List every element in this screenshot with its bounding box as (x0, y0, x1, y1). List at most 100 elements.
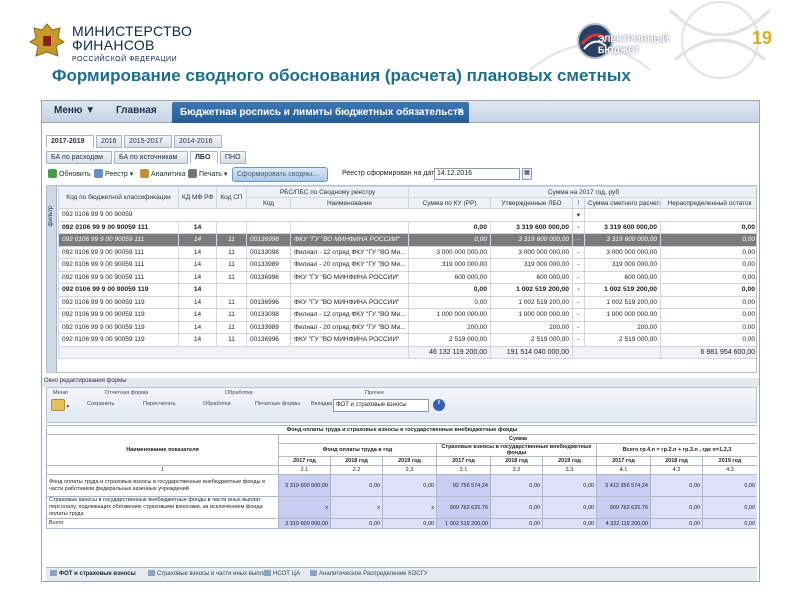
analytics-label: Аналитика (151, 171, 186, 178)
cell-rest: 0,00 (660, 320, 756, 334)
value-cell[interactable]: 0,00 (542, 474, 597, 497)
table-row[interactable]: 092 0106 99 9 00 90059 119 14 11 00136996 ФК… (58, 333, 756, 347)
processing-button[interactable]: Обработки (203, 401, 231, 407)
col-unalloc[interactable]: Нераспределенный остаток (660, 197, 756, 209)
col-code[interactable]: Код по бюджетной классификации (58, 186, 179, 209)
col-sum-ku[interactable]: Сумма по КУ (РР) (408, 197, 491, 209)
home-tab[interactable]: Главная (116, 105, 157, 116)
cell-rcode: 00136996 (246, 233, 291, 247)
value-cell[interactable]: x (382, 496, 437, 519)
print-button[interactable]: Печать ▾ (188, 169, 227, 178)
value-cell[interactable]: 92 756 574,24 (436, 474, 491, 497)
group-row[interactable]: 092 0106 99 9 00 90059 119 14 0,00 1 002 51… (58, 283, 756, 297)
table-row[interactable]: 092 0106 99 9 00 90059 119 14 11 00133098 Фи… (58, 308, 756, 322)
registry-button[interactable]: Реестр ▾ (94, 169, 133, 178)
filter-code-input[interactable]: 092 0106 99 9 00 90059 (58, 208, 573, 222)
folder-icon[interactable]: ▾ (51, 399, 69, 411)
tab-pno[interactable]: ПНО (220, 151, 246, 164)
value-cell[interactable]: 0,00 (490, 518, 543, 529)
cell-rest: 0,00 (660, 283, 756, 297)
tab-select[interactable]: ФОТ и страховые взносы (333, 399, 429, 412)
value-cell[interactable]: 0,00 (382, 474, 437, 497)
refresh-button[interactable]: Обновить (48, 169, 91, 178)
tab-year-2[interactable]: 2015-2017 (124, 135, 172, 148)
row-label: Всего (46, 518, 279, 529)
btab-other-payments[interactable]: Страховые взносы в части иных выплат (148, 570, 269, 577)
table-row[interactable]: 092 0106 99 9 00 90059 111 14 11 00136996 ФК… (58, 233, 756, 247)
save-button[interactable]: Сохранить (87, 401, 114, 407)
filter-side-panel[interactable]: фильтр (47, 186, 57, 372)
cell-ku: 0,00 (408, 220, 491, 234)
value-cell[interactable]: 4 322 119 200,00 (596, 518, 651, 529)
value-cell[interactable]: 0,00 (701, 474, 757, 497)
table-row[interactable]: 092 0106 99 9 00 90059 119 14 11 00133989 Фи… (58, 320, 756, 334)
cell-smeta: 319 000 000,00 (584, 258, 661, 272)
row-label: Фонд оплаты труда и страховые взносы в г… (46, 474, 279, 497)
filter-dropdown-icon[interactable]: ▾ (572, 208, 585, 222)
value-cell[interactable]: 3 412 356 574,24 (596, 474, 651, 497)
value-cell[interactable]: 0,00 (650, 518, 703, 529)
value-cell[interactable]: 0,00 (490, 496, 543, 519)
col-kdmf[interactable]: КД МФ РФ (178, 186, 217, 209)
tab-ba-sources[interactable]: БА по источникам (114, 151, 188, 164)
group-row[interactable]: 092 0106 99 9 00 90059 111 14 0,00 3 319 60… (58, 220, 756, 234)
info-icon[interactable]: i (433, 399, 445, 411)
value-cell[interactable]: 0,00 (490, 474, 543, 497)
form-summary-button[interactable]: Сформировать сводны... (232, 167, 328, 182)
value-cell[interactable]: 0,00 (382, 518, 437, 529)
table-row[interactable]: 092 0106 99 9 00 90059 119 14 11 00136996 ФК… (58, 295, 756, 309)
close-icon[interactable]: × (457, 106, 463, 117)
value-cell[interactable]: 0,00 (542, 496, 597, 519)
value-cell[interactable]: 0,00 (650, 474, 703, 497)
eb-line1: ЭЛЕКТРОННЫЙ (598, 34, 669, 44)
tab-ba-expenses[interactable]: БА по расходам (46, 151, 112, 164)
value-cell[interactable]: 0,00 (650, 496, 703, 519)
column-number: 2.2 (330, 465, 383, 475)
value-cell[interactable]: 909 762 625,76 (436, 496, 491, 519)
registry-date-input[interactable]: 14.12.2016 (434, 168, 520, 180)
tab-year-1[interactable]: 2016 (96, 135, 122, 148)
value-cell[interactable]: x (330, 496, 383, 519)
col-approved-lbo[interactable]: Утвержденные ЛБО (490, 197, 573, 209)
value-cell[interactable]: 0,00 (701, 518, 757, 529)
col-rbs: РБС/ПБС по Сводному реестру (246, 186, 409, 198)
cell-lbo: 600 000,00 (490, 270, 573, 284)
tab-year-3[interactable]: 2014-2016 (174, 135, 222, 148)
btab-kosgu[interactable]: Аналитическое Распределение КОСГУ (310, 570, 428, 577)
tab-lbo[interactable]: ЛБО (190, 151, 218, 164)
analytics-button[interactable]: Аналитика (140, 169, 186, 178)
calendar-icon[interactable]: ▦ (522, 168, 532, 180)
cell-kdmf: 14 (178, 283, 217, 297)
print-forms-button[interactable]: Печатные формы (255, 401, 300, 407)
btab-fot[interactable]: ФОТ и страховые взносы (50, 570, 136, 577)
value-cell[interactable]: 1 002 519 200,00 (436, 518, 491, 529)
value-cell[interactable]: 0,00 (330, 474, 383, 497)
recalc-button[interactable]: Пересчитать (143, 401, 176, 407)
table-row[interactable]: 092 0106 99 9 00 90059 111 14 11 00136996 ФК… (58, 270, 756, 284)
tab-budget-painting[interactable]: Бюджетная роспись и лимиты бюджетных обя… (172, 102, 469, 123)
indicator-header: Наименование показателя (46, 434, 279, 466)
col-rbs-code[interactable]: Код (246, 197, 291, 209)
value-cell[interactable]: 3 319 600 000,00 (278, 518, 331, 529)
col-excl[interactable]: ! (572, 197, 585, 209)
btab-nsot[interactable]: НСОТ ЦА (264, 570, 300, 577)
tab-budget-painting-label: Бюджетная роспись и лимиты бюджетных обя… (180, 107, 465, 118)
registry-date-label: Реестр сформирован на дату: (342, 170, 440, 177)
value-cell[interactable]: 3 319 600 000,00 (278, 474, 331, 497)
value-cell[interactable]: x (278, 496, 331, 519)
table-row[interactable]: 092 0106 99 9 00 90059 111 14 11 00133989 Фи… (58, 258, 756, 272)
value-cell[interactable]: 0,00 (542, 518, 597, 529)
table-row[interactable]: 092 0106 99 9 00 90059 111 14 11 00133098 Фи… (58, 245, 756, 259)
value-cell[interactable]: 0,00 (701, 496, 757, 519)
col-smeta[interactable]: Сумма сметного расчета (584, 197, 661, 209)
cell-rname: ФКУ "ГУ "ВО МИНФИНА РОССИИ" (290, 295, 409, 309)
cell-smeta: 1 000 000 000,00 (584, 308, 661, 322)
col-rbs-name[interactable]: Наименование (290, 197, 409, 209)
value-cell[interactable]: 0,00 (330, 518, 383, 529)
total-header: Всего гр.4.n = гр.2.n + гр.3.n , где n=1… (595, 443, 757, 457)
tab-year-0[interactable]: 2017-2019 (46, 135, 94, 148)
cell-x: - (572, 308, 585, 322)
col-kodsp[interactable]: Код СП (216, 186, 247, 209)
value-cell[interactable]: 909 762 625,76 (596, 496, 651, 519)
menu-button[interactable]: Меню ▼ (54, 105, 95, 116)
